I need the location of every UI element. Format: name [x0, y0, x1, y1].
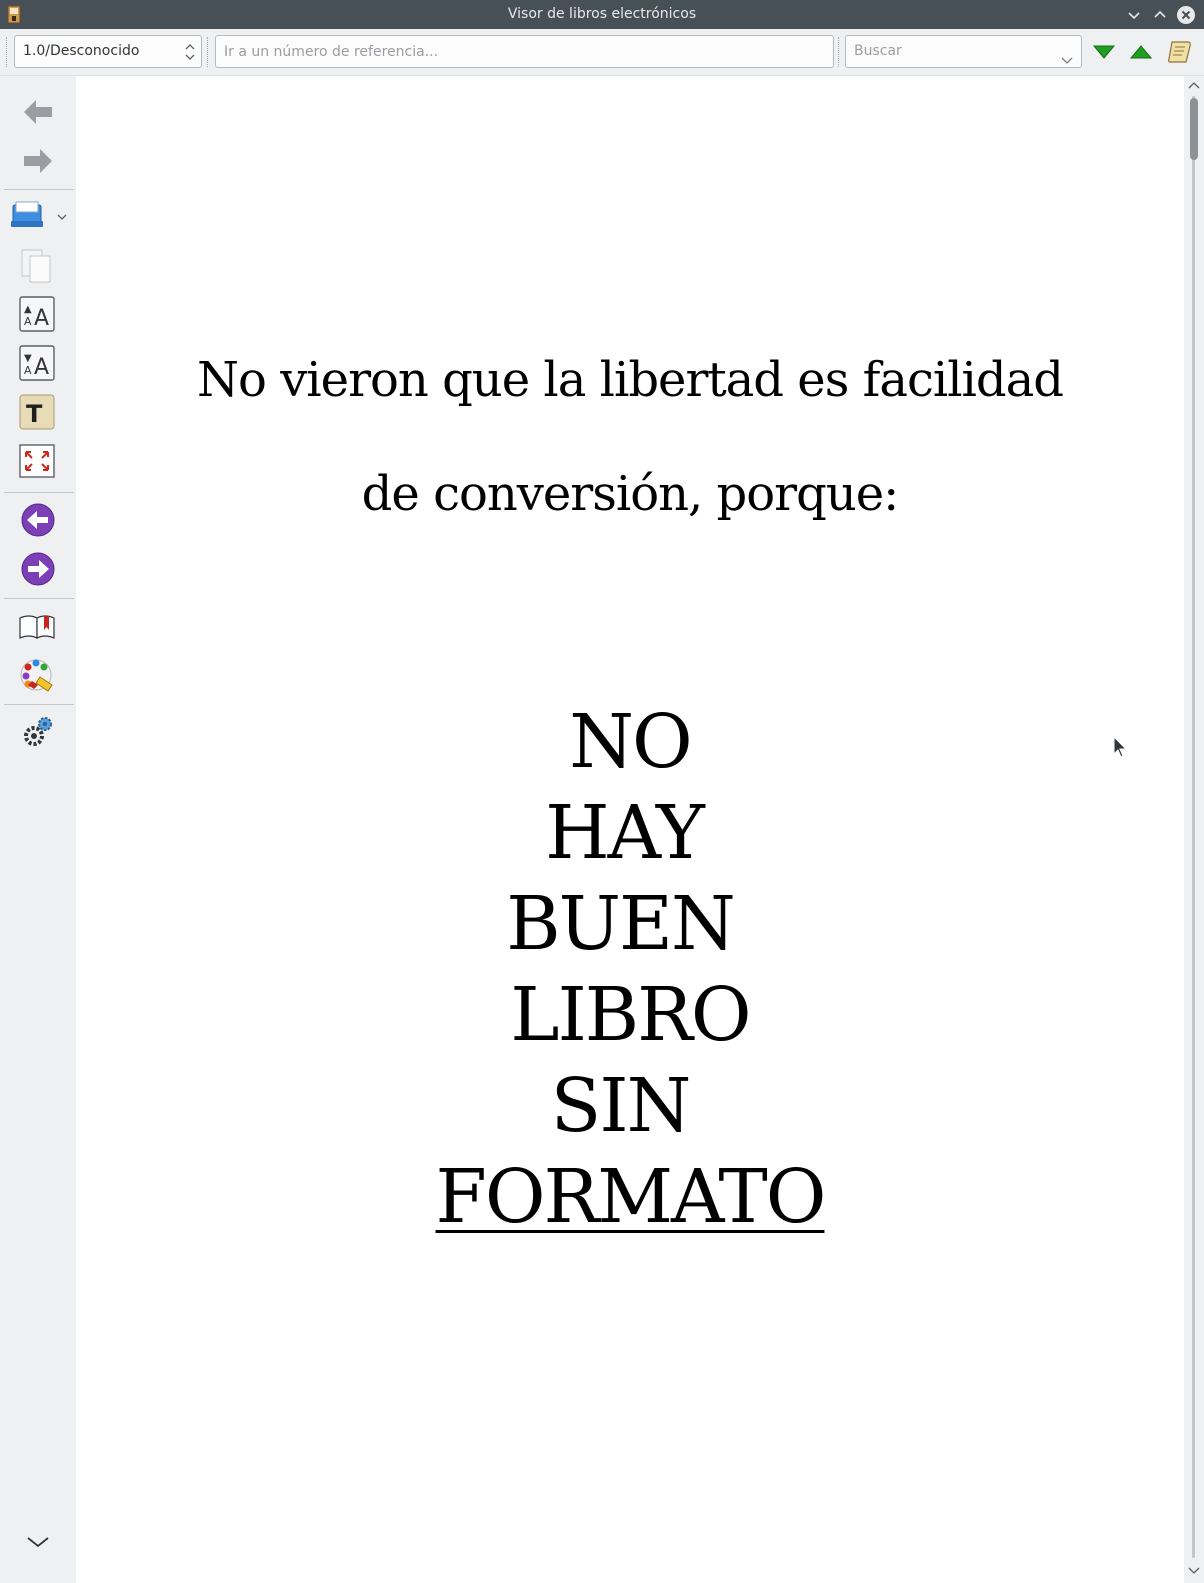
svg-text:A: A	[34, 355, 49, 380]
forward-icon[interactable]	[18, 141, 58, 181]
text-style-icon[interactable]: T	[18, 393, 58, 433]
scroll-track[interactable]	[1192, 96, 1195, 1558]
search-placeholder: Buscar	[854, 43, 902, 59]
paragraph-line: de conversión, porque:	[361, 466, 900, 522]
find-previous-icon[interactable]	[1127, 38, 1155, 66]
svg-text:▼: ▼	[24, 353, 32, 364]
toolbar-handle[interactable]	[207, 37, 211, 67]
heading-word: NO	[569, 699, 692, 785]
heading-word: SIN	[550, 1063, 692, 1149]
heading-word: HAY	[545, 790, 705, 876]
heading-word: LIBRO	[510, 972, 751, 1058]
find-next-icon[interactable]	[1090, 38, 1118, 66]
heading-word-link[interactable]: FORMATO	[76, 1154, 1184, 1240]
spin-arrows-icon[interactable]	[183, 40, 197, 64]
position-spinbox[interactable]: 1.0/Desconocido	[14, 35, 202, 68]
theme-icon[interactable]	[18, 655, 58, 695]
svg-text:T: T	[26, 400, 43, 428]
paragraph-line: No vieron que la libertad es facilidad	[197, 352, 1064, 408]
font-smaller-icon[interactable]: ▼ A A	[18, 344, 58, 384]
scroll-down-icon[interactable]	[1188, 1566, 1200, 1576]
scroll-up-icon[interactable]	[1188, 80, 1200, 90]
svg-text:A: A	[34, 306, 49, 331]
minimize-button[interactable]	[1124, 5, 1144, 25]
title-bar: Visor de libros electrónicos	[0, 0, 1204, 29]
fullscreen-icon[interactable]	[18, 442, 58, 482]
separator	[4, 704, 74, 705]
toolbar: 1.0/Desconocido Buscar	[0, 29, 1204, 76]
toolbar-handle[interactable]	[838, 37, 842, 67]
toolbar-handle[interactable]	[6, 37, 10, 67]
mouse-cursor-icon	[1113, 735, 1129, 760]
svg-text:A: A	[24, 364, 32, 377]
svg-text:A: A	[24, 315, 32, 328]
separator	[4, 492, 74, 493]
next-page-icon[interactable]	[18, 549, 58, 589]
back-icon[interactable]	[18, 92, 58, 132]
window-title: Visor de libros electrónicos	[507, 6, 697, 22]
separator	[4, 189, 74, 190]
preferences-icon[interactable]	[18, 712, 58, 752]
maximize-button[interactable]	[1150, 5, 1170, 25]
separator	[4, 598, 74, 599]
vertical-scrollbar[interactable]	[1184, 76, 1204, 1583]
print-icon[interactable]	[8, 197, 70, 237]
svg-text:▲: ▲	[24, 304, 32, 315]
book-content: No vieron que la libertad es facilidad d…	[76, 76, 1184, 1583]
bookmarks-icon[interactable]	[18, 606, 58, 646]
position-value: 1.0/Desconocido	[23, 43, 140, 59]
reference-input[interactable]	[215, 35, 834, 68]
search-combobox[interactable]: Buscar	[845, 35, 1082, 68]
scroll-thumb[interactable]	[1190, 98, 1198, 160]
close-button[interactable]	[1176, 5, 1196, 25]
heading-word: BUEN	[506, 881, 736, 967]
chevron-down-icon[interactable]	[1061, 47, 1073, 64]
previous-page-icon[interactable]	[18, 500, 58, 540]
font-larger-icon[interactable]: ▲ A A	[18, 295, 58, 335]
copy-icon[interactable]	[18, 246, 58, 286]
more-icon[interactable]	[18, 1526, 58, 1556]
table-of-contents-icon[interactable]	[1166, 38, 1194, 66]
sidebar: ▲ A A ▼ A A T	[0, 76, 76, 1583]
